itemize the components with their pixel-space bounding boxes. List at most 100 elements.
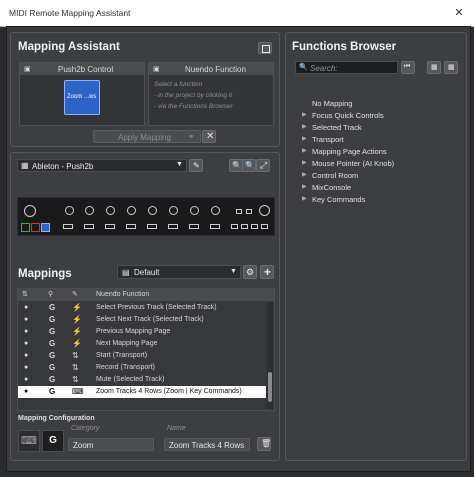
chevron-right-icon[interactable]: ▶ [302,159,307,166]
table-row-selected[interactable]: ● G ⌨ Zoom Tracks 4 Rows (Zoom | Key Com… [18,386,266,398]
table-row[interactable]: ● G ⇅ Start (Transport) [18,350,266,362]
user-icon: ● [24,376,29,383]
user-icon: ● [24,304,29,311]
table-row[interactable]: ● G ⚡ Previous Mapping Page [18,326,266,338]
surface-knob[interactable] [65,206,74,215]
function-item-transport[interactable]: Transport [312,135,344,144]
keyboard-icon: ⌨ [72,387,84,396]
edit-device-button[interactable]: ✎ [189,159,203,172]
add-preset-button[interactable]: + [260,265,274,279]
control-card: ▣ Push2b Control Zoom ...ws [19,62,145,126]
scrollbar-thumb[interactable] [268,372,272,402]
surface-pad[interactable] [261,224,268,229]
pencil-icon: ✎ [193,161,200,170]
table-row[interactable]: ● G ⇅ Record (Transport) [18,362,266,374]
table-row[interactable]: ● G ⚡ Select Previous Track (Selected Tr… [18,302,266,314]
column-header-function[interactable]: Nuendo Function [96,289,149,301]
surface-knob[interactable] [106,206,115,215]
table-header: ⇅ ⚲ ✎ Nuendo Function [18,289,274,301]
name-value: Zoom Tracks 4 Rows [169,441,245,450]
scope-badge[interactable]: G [42,430,64,452]
surface-pad[interactable] [147,224,157,229]
surface-knob[interactable] [85,206,94,215]
scope-label: G [49,363,56,372]
surface-knob[interactable] [190,206,199,215]
table-scrollbar[interactable] [267,302,273,409]
chevron-right-icon[interactable]: ▶ [302,135,307,142]
table-row[interactable]: ● G ⚡ Next Mapping Page [18,338,266,350]
window-close-button[interactable]: ✕ [452,6,466,20]
surface-pad[interactable] [189,224,199,229]
chevron-right-icon[interactable]: ▶ [302,147,307,154]
chevron-right-icon[interactable]: ▶ [302,123,307,130]
lock-icon[interactable]: ▣ [24,65,31,73]
table-row[interactable]: ● G ⚡ Select Next Track (Selected Track) [18,314,266,326]
surface-pad[interactable] [241,224,248,229]
function-item-focus-quick-controls[interactable]: Focus Quick Controls [312,111,384,120]
grid-icon: ▦ [448,64,455,71]
user-icon: ● [24,328,29,335]
surface-button[interactable] [246,209,252,214]
surface-pad[interactable] [251,224,258,229]
surface-knob[interactable] [127,206,136,215]
chevron-right-icon[interactable]: ▶ [302,111,307,118]
play-button[interactable] [21,223,30,232]
surface-pad[interactable] [84,224,94,229]
table-row[interactable]: ● G ⇅ Mute (Selected Track) [18,374,266,386]
expand-button[interactable]: ⤢ [256,159,270,172]
surface-knob[interactable] [148,206,157,215]
zoom-in-button[interactable]: 🔍 [242,159,256,172]
surface-pad[interactable] [105,224,115,229]
search-device-button[interactable]: 🔍 [229,159,243,172]
controller-surface [17,197,275,236]
scope-label: G [49,315,56,324]
chevron-right-icon[interactable]: ▶ [302,195,307,202]
device-select[interactable]: ▦ Ableton - Push2b ▼ [17,159,187,172]
scope-icon[interactable]: ⚲ [48,289,53,301]
function-item-mouse-pointer[interactable]: Mouse Pointer (AI Knob) [312,159,394,168]
search-options-button[interactable]: ⏮ [401,61,415,74]
surface-pad[interactable] [231,224,238,229]
sort-icon[interactable]: ⇅ [22,289,28,301]
function-item-control-room[interactable]: Control Room [312,171,358,180]
panel-icon [262,45,270,53]
function-item-selected-track[interactable]: Selected Track [312,123,362,132]
function-item-no-mapping[interactable]: No Mapping [312,99,352,108]
collapse-panel-button[interactable] [258,42,272,54]
lock-icon[interactable]: ▣ [153,65,160,73]
surface-pad[interactable] [168,224,178,229]
surface-pad[interactable] [63,224,73,229]
collapse-all-button[interactable]: ▦ [444,61,458,74]
surface-button[interactable] [236,209,242,214]
apply-mapping-button[interactable]: Apply Mapping ⚭ [93,130,201,143]
function-item-key-commands[interactable]: Key Commands [312,195,365,204]
chevron-right-icon[interactable]: ▶ [302,171,307,178]
function-hint-2: - in the project by clicking it [154,92,233,99]
chevron-right-icon[interactable]: ▶ [302,183,307,190]
surface-knob[interactable] [24,205,36,217]
record-button[interactable] [31,223,40,232]
search-icon: 🔍 [299,64,308,71]
function-item-mapping-page-actions[interactable]: Mapping Page Actions [312,147,387,156]
function-item-mixconsole[interactable]: MixConsole [312,183,351,192]
name-field[interactable]: Zoom Tracks 4 Rows [164,438,250,451]
expand-all-button[interactable]: ▦ [427,61,441,74]
category-field[interactable]: Zoom [68,438,154,451]
delete-mapping-button[interactable]: 🗑 [257,437,271,451]
surface-knob[interactable] [169,206,178,215]
mapping-preset-select[interactable]: ▤ Default ▼ [117,265,241,279]
clear-mapping-button[interactable]: ✕ [202,130,216,143]
row-function: Previous Mapping Page [96,328,171,335]
surface-knob[interactable] [259,205,270,216]
window-titlebar: MIDI Remote Mapping Assistant ✕ [0,0,474,27]
selected-control-pad[interactable] [41,223,50,232]
surface-pad[interactable] [210,224,220,229]
preset-settings-button[interactable]: ⚙ [243,265,257,279]
zoom-icon: 🔍 [245,161,255,170]
functions-search-input[interactable]: 🔍 Search: [295,61,398,74]
selected-control-tile[interactable]: Zoom ...ws [64,80,100,115]
surface-knob[interactable] [211,206,220,215]
type-icon[interactable]: ✎ [72,289,78,301]
window-title: MIDI Remote Mapping Assistant [9,8,131,18]
surface-pad[interactable] [126,224,136,229]
